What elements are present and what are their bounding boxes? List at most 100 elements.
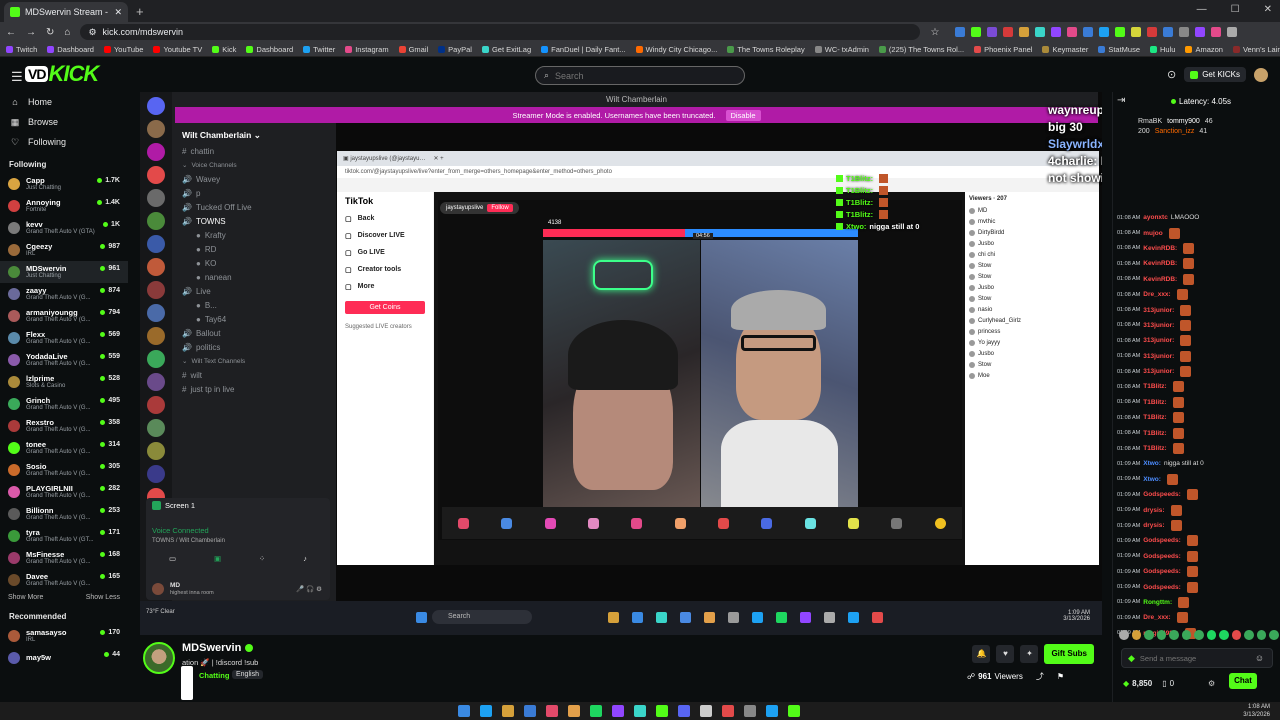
stream-category[interactable]: Chatting <box>199 671 229 680</box>
channel-item[interactable]: kevv Grand Theft Auto V (GTA) 1K <box>0 217 128 239</box>
taskbar-app-icon[interactable] <box>788 705 800 717</box>
extension-icon[interactable] <box>1195 27 1206 37</box>
emote-shortcut-icon[interactable] <box>1156 630 1167 640</box>
chat-input[interactable] <box>1139 653 1250 663</box>
streamer-name[interactable]: MDSwervin <box>182 642 241 654</box>
chat-username[interactable]: 313junior: <box>1143 353 1174 360</box>
extension-icon[interactable] <box>987 27 998 37</box>
forward-icon[interactable]: → <box>26 27 36 38</box>
home-browser-icon[interactable]: ⌂ <box>64 27 70 38</box>
taskbar-app-icon[interactable] <box>634 705 646 717</box>
extension-icon[interactable] <box>1163 27 1174 37</box>
bookmark-item[interactable]: Windy City Chicago... <box>635 45 717 54</box>
chat-username[interactable]: KevinRDB: <box>1143 276 1177 283</box>
search-box[interactable]: ⌕ <box>535 66 745 85</box>
extension-icon[interactable] <box>1211 27 1222 37</box>
extension-icon[interactable] <box>971 27 982 37</box>
bookmark-item[interactable]: Hulu <box>1150 45 1175 54</box>
sidebar-nav-browse[interactable]: ▦ Browse <box>0 112 128 132</box>
site-info-icon[interactable]: ⚙ <box>88 27 96 38</box>
chat-username[interactable]: T1Blitz: <box>1143 414 1166 421</box>
taskbar-app-icon[interactable] <box>700 705 712 717</box>
taskbar-app-icon[interactable] <box>546 705 558 717</box>
minimize-icon[interactable]: — <box>1197 4 1207 15</box>
emote-shortcut-icon[interactable] <box>1231 630 1242 640</box>
taskbar-app-icon[interactable] <box>524 705 536 717</box>
gift-subs-button[interactable]: Gift Subs <box>1044 644 1094 664</box>
bookmark-item[interactable]: Amazon <box>1185 45 1223 54</box>
emote-shortcut-icon[interactable] <box>1206 630 1217 640</box>
extension-icon[interactable] <box>1003 27 1014 37</box>
chat-username[interactable]: Dre_xxx: <box>1143 291 1170 298</box>
extension-icon[interactable] <box>1051 27 1062 37</box>
channel-item[interactable]: YodadaLive Grand Theft Auto V (G... 559 <box>0 349 128 371</box>
emote-shortcut-icon[interactable] <box>1269 630 1279 640</box>
channel-item[interactable]: zaayy Grand Theft Auto V (G... 874 <box>0 283 128 305</box>
extension-icon[interactable] <box>1179 27 1190 37</box>
browser-tab[interactable]: MDSwervin Stream - Watch Liv ✕ <box>4 2 128 22</box>
channel-item[interactable]: tyra Grand Theft Auto V (GT... 171 <box>0 525 128 547</box>
chat-send-button[interactable]: Chat <box>1229 673 1257 689</box>
channel-item[interactable]: samasayso IRL 170 <box>0 625 128 647</box>
channel-item[interactable]: MDSwervin Just Chatting 961 <box>0 261 128 283</box>
channel-item[interactable]: Sosio Grand Theft Auto V (G... 305 <box>0 459 128 481</box>
chat-settings-icon[interactable]: ⚙ <box>1208 679 1215 688</box>
chat-username[interactable]: 313junior: <box>1143 322 1174 329</box>
chat-username[interactable]: T1Blitz: <box>1143 383 1166 390</box>
bookmark-item[interactable]: Kick <box>212 45 236 54</box>
taskbar-app-icon[interactable] <box>766 705 778 717</box>
channel-item[interactable]: Cgeezy IRL 987 <box>0 239 128 261</box>
search-input[interactable] <box>555 70 726 81</box>
bookmark-item[interactable]: Twitch <box>6 45 37 54</box>
theater-mode-icon[interactable]: ⊙ <box>1167 68 1176 81</box>
bookmark-item[interactable]: FanDuel | Daily Fant... <box>541 45 626 54</box>
bookmark-item[interactable]: Twitter <box>303 45 335 54</box>
taskbar-app-icon[interactable] <box>722 705 734 717</box>
vdkick-logo[interactable]: VD KICK <box>25 61 99 86</box>
chat-username[interactable]: mujoo <box>1143 230 1163 237</box>
reload-icon[interactable]: ↻ <box>46 27 54 38</box>
sidebar-nav-following[interactable]: ♡ Following <box>0 132 128 152</box>
bookmark-item[interactable]: Venn's Lair: PS2 Va... <box>1232 45 1280 54</box>
video-player[interactable]: Wilt Chamberlain ⌄ # chattin ⌄ Voice Channe… <box>140 92 1102 635</box>
emote-shortcut-icon[interactable] <box>1131 630 1142 640</box>
chat-username[interactable]: Xtwo: <box>1143 460 1161 467</box>
extension-icon[interactable] <box>1115 27 1126 37</box>
chat-username[interactable]: Xtwo: <box>1143 476 1161 483</box>
chat-username[interactable]: Godspeeds: <box>1143 553 1181 560</box>
bookmark-item[interactable]: Gmail <box>398 45 428 54</box>
bookmark-star-icon[interactable]: ☆ <box>930 27 939 38</box>
extension-icon[interactable] <box>955 27 966 37</box>
chat-username[interactable]: 313junior: <box>1143 337 1174 344</box>
bookmark-item[interactable]: Get ExitLag <box>481 45 531 54</box>
extension-icon[interactable] <box>1067 27 1078 37</box>
chat-username[interactable]: KevinRDB: <box>1143 260 1177 267</box>
channel-item[interactable]: tonee Grand Theft Auto V (G... 314 <box>0 437 128 459</box>
new-tab-icon[interactable]: + <box>136 4 144 19</box>
more-actions-icon[interactable]: ✦ <box>1020 645 1039 663</box>
hamburger-menu-icon[interactable]: ☰ <box>11 69 23 85</box>
chat-username[interactable]: Godspeeds: <box>1143 584 1181 591</box>
bookmark-item[interactable]: Dashboard <box>246 45 293 54</box>
chat-username[interactable]: Godspeeds: <box>1143 491 1181 498</box>
channel-item[interactable]: may5w 44 <box>0 647 128 669</box>
report-icon[interactable]: ⚑ <box>1057 672 1064 681</box>
bookmark-item[interactable]: Phoenix Panel <box>974 45 1032 54</box>
get-kicks-button[interactable]: Get KICKs <box>1184 67 1246 82</box>
emote-shortcut-icon[interactable] <box>1219 630 1229 640</box>
bookmark-item[interactable]: YouTube <box>103 45 143 54</box>
discord-icon[interactable] <box>678 705 690 717</box>
bookmark-item[interactable]: Youtube TV <box>153 45 202 54</box>
close-window-icon[interactable]: ✕ <box>1264 4 1272 15</box>
emote-shortcut-icon[interactable] <box>1169 630 1179 640</box>
user-avatar[interactable] <box>1254 67 1268 82</box>
bookmark-item[interactable]: The Towns Roleplay <box>727 45 805 54</box>
show-more-button[interactable]: Show More <box>8 594 43 601</box>
share-icon[interactable]: ⤴ <box>1036 671 1044 682</box>
extension-icon[interactable] <box>1035 27 1046 37</box>
chat-username[interactable]: Godspeeds: <box>1143 537 1181 544</box>
extension-icon[interactable] <box>1019 27 1030 37</box>
bookmark-item[interactable]: PayPal <box>438 45 472 54</box>
taskbar-app-icon[interactable] <box>612 705 624 717</box>
emote-shortcut-icon[interactable] <box>1256 630 1267 640</box>
